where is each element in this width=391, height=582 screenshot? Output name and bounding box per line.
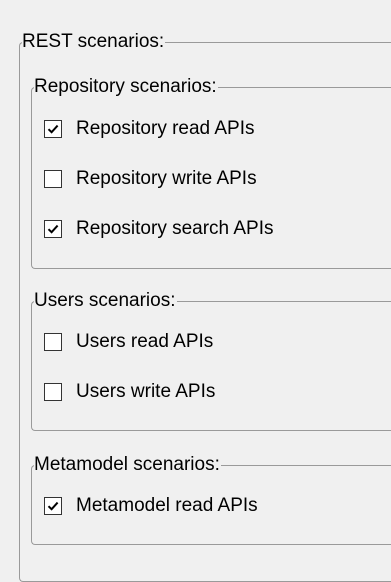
repository-read-checkbox[interactable] <box>44 120 62 138</box>
metamodel-read-checkbox[interactable] <box>44 497 62 515</box>
repository-search-checkbox-row[interactable]: Repository search APIs <box>44 218 273 240</box>
metamodel-read-checkbox-row[interactable]: Metamodel read APIs <box>44 495 258 517</box>
users-scenarios-title: Users scenarios: <box>34 290 177 312</box>
checkbox-label: Users read APIs <box>76 331 214 352</box>
metamodel-scenarios-title: Metamodel scenarios: <box>34 454 221 476</box>
checkmark-icon <box>47 501 59 511</box>
checkbox-label: Users write APIs <box>76 381 216 402</box>
checkmark-icon <box>47 224 59 234</box>
checkbox-label: Repository read APIs <box>76 118 255 139</box>
users-scenarios-group: Users scenarios: <box>31 290 391 431</box>
rest-scenarios-title: REST scenarios: <box>22 31 166 53</box>
checkbox-label: Metamodel read APIs <box>76 495 258 516</box>
checkbox-label: Repository search APIs <box>76 218 274 239</box>
repository-read-checkbox-row[interactable]: Repository read APIs <box>44 118 254 140</box>
checkmark-icon <box>47 124 59 134</box>
users-read-checkbox-row[interactable]: Users read APIs <box>44 331 213 353</box>
users-write-checkbox-row[interactable]: Users write APIs <box>44 381 215 403</box>
users-write-checkbox[interactable] <box>44 383 62 401</box>
repository-write-checkbox[interactable] <box>44 170 62 188</box>
checkbox-label: Repository write APIs <box>76 168 257 189</box>
repository-write-checkbox-row[interactable]: Repository write APIs <box>44 168 257 190</box>
repository-scenarios-title: Repository scenarios: <box>34 76 218 98</box>
users-read-checkbox[interactable] <box>44 333 62 351</box>
repository-search-checkbox[interactable] <box>44 220 62 238</box>
